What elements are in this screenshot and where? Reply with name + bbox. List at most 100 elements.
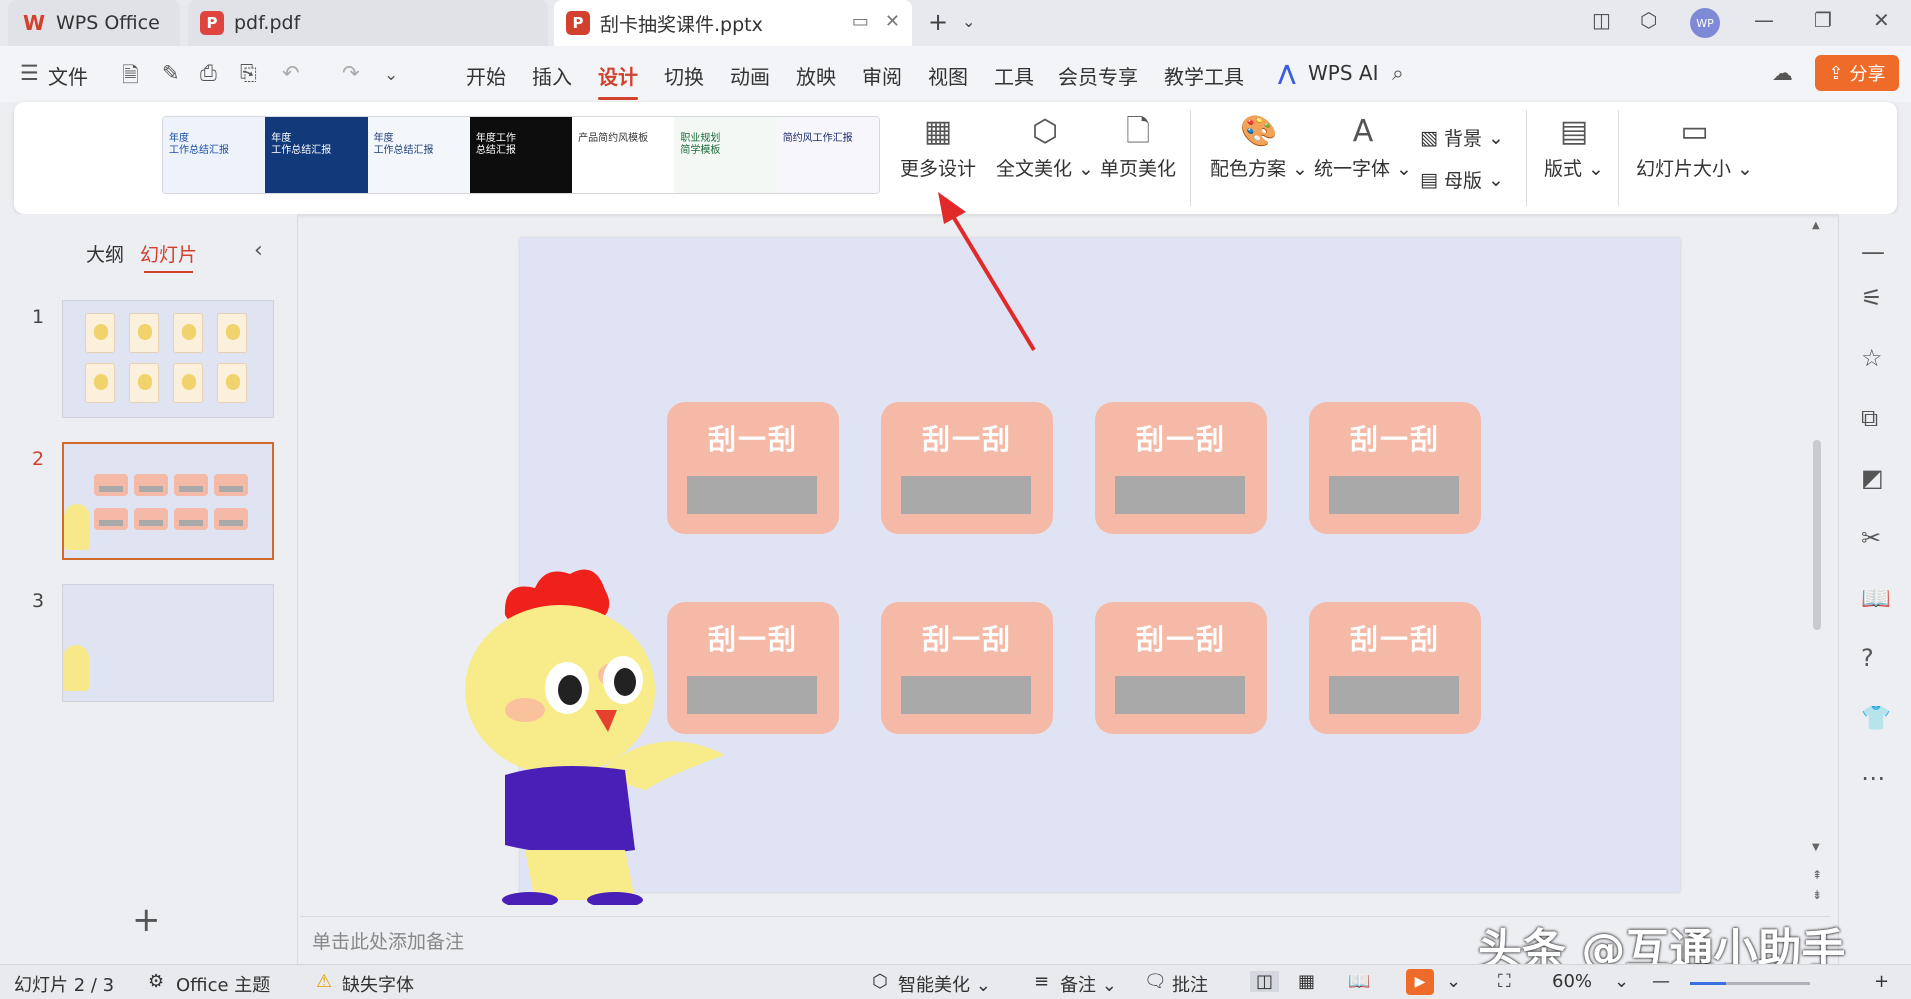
design-template-thumb[interactable]: 年度 工作总结汇报 xyxy=(163,117,266,193)
play-options-icon[interactable]: ⌄ xyxy=(1446,971,1461,992)
tools-icon[interactable]: ✂ xyxy=(1861,524,1881,552)
monitor-icon[interactable]: ▭ xyxy=(852,11,869,32)
design-template-thumb[interactable]: 职业规划 简学模板 xyxy=(674,117,777,193)
smart-beautify[interactable]: 智能美化 ⌄ xyxy=(898,971,991,997)
slide-thumbnail-1[interactable] xyxy=(62,300,274,418)
close-tab-icon[interactable]: ✕ xyxy=(885,11,900,32)
scratch-area[interactable] xyxy=(901,476,1031,514)
scroll-up-icon[interactable]: ▲ xyxy=(1812,220,1820,231)
normal-view-icon[interactable]: ◫ xyxy=(1250,971,1280,992)
fit-window-icon[interactable]: ⛶ xyxy=(1498,971,1511,992)
menu-transition[interactable]: 切换 xyxy=(664,61,704,90)
avatar[interactable]: WP xyxy=(1690,8,1720,38)
print-preview-icon[interactable]: ⎘ xyxy=(240,61,257,86)
scratch-area[interactable] xyxy=(1115,676,1245,714)
missing-font[interactable]: 缺失字体 xyxy=(342,971,414,997)
menu-member[interactable]: 会员专享 xyxy=(1058,61,1138,90)
slide-thumbnail-3[interactable] xyxy=(62,584,274,702)
help-icon[interactable]: ? xyxy=(1861,644,1874,672)
tab-pdf[interactable]: P pdf.pdf xyxy=(188,0,548,46)
scratch-area[interactable] xyxy=(1329,676,1459,714)
scratch-card[interactable]: 刮一刮 xyxy=(881,402,1053,534)
menu-animation[interactable]: 动画 xyxy=(730,61,770,90)
minimize-icon[interactable]: — xyxy=(1754,8,1774,32)
scratch-card[interactable]: 刮一刮 xyxy=(1309,602,1481,734)
unify-font-button[interactable]: A 统一字体 ⌄ xyxy=(1314,112,1412,181)
grid-view-icon[interactable]: ▦ xyxy=(1298,971,1315,992)
scratch-card[interactable]: 刮一刮 xyxy=(1309,402,1481,534)
theme-name[interactable]: Office 主题 xyxy=(176,971,270,997)
shirt-icon[interactable]: 👕 xyxy=(1861,704,1891,732)
scratch-card[interactable]: 刮一刮 xyxy=(1095,402,1267,534)
redo-icon[interactable]: ↷ xyxy=(342,61,360,85)
menu-tools[interactable]: 工具 xyxy=(994,61,1034,90)
cloud-icon[interactable]: ☁ xyxy=(1772,61,1793,85)
page-beautify-button[interactable]: 🗋 单页美化 xyxy=(1100,112,1176,181)
tab-outline[interactable]: 大纲 xyxy=(86,240,124,267)
new-tab-icon[interactable]: + xyxy=(928,8,948,36)
scroll-down-icon[interactable]: ▼ xyxy=(1812,842,1820,853)
menu-review[interactable]: 审阅 xyxy=(862,61,902,90)
scratch-card[interactable]: 刮一刮 xyxy=(881,602,1053,734)
design-template-thumb[interactable]: 年度 工作总结汇报 xyxy=(265,117,368,193)
copy-icon[interactable]: ⧉ xyxy=(1861,404,1878,432)
scratch-area[interactable] xyxy=(1329,476,1459,514)
scrollbar-thumb[interactable] xyxy=(1813,440,1821,630)
scratch-card[interactable]: 刮一刮 xyxy=(667,402,839,534)
close-window-icon[interactable]: ✕ xyxy=(1873,8,1890,32)
menu-start[interactable]: 开始 xyxy=(466,61,506,90)
format-painter-icon[interactable]: ✎ xyxy=(162,61,180,85)
design-template-thumb[interactable]: 年度 工作总结汇报 xyxy=(367,117,470,193)
zoom-in-icon[interactable]: + xyxy=(1874,971,1889,992)
more-design-button[interactable]: ▦ 更多设计 xyxy=(900,112,976,181)
scratch-area[interactable] xyxy=(901,676,1031,714)
full-beautify-button[interactable]: ⬡ 全文美化 ⌄ xyxy=(996,112,1094,181)
tab-wps-office[interactable]: W WPS Office xyxy=(8,0,180,46)
zoom-level[interactable]: 60% xyxy=(1552,971,1592,992)
file-menu[interactable]: 文件 xyxy=(48,61,88,90)
master-button[interactable]: ▤ 母版 ⌄ xyxy=(1420,166,1504,193)
menu-view[interactable]: 视图 xyxy=(928,61,968,90)
next-slide-icon[interactable]: ⇟ xyxy=(1812,888,1822,902)
notes-toggle[interactable]: 备注 ⌄ xyxy=(1060,971,1117,997)
design-template-thumb[interactable]: 简约风工作汇报 xyxy=(776,117,879,193)
image-icon[interactable]: ◩ xyxy=(1861,464,1884,492)
menu-wps-ai[interactable]: WPS AI xyxy=(1308,61,1378,85)
print-icon[interactable]: ⎙ xyxy=(200,61,217,86)
add-slide-icon[interactable]: + xyxy=(132,900,161,940)
book-icon[interactable]: 📖 xyxy=(1861,584,1891,612)
layout-button[interactable]: ▤ 版式 ⌄ xyxy=(1544,112,1604,181)
menu-slideshow[interactable]: 放映 xyxy=(796,61,836,90)
search-icon[interactable]: ⌕ xyxy=(1392,61,1404,86)
play-button[interactable]: ▶ xyxy=(1406,969,1434,995)
scratch-card[interactable]: 刮一刮 xyxy=(1095,602,1267,734)
vertical-scrollbar[interactable]: ▲ ▼ ⇞ ⇟ xyxy=(1810,220,1824,910)
slide-size-button[interactable]: ▭ 幻灯片大小 ⌄ xyxy=(1636,112,1753,181)
restore-icon[interactable]: ❐ xyxy=(1814,8,1832,32)
background-button[interactable]: ▧ 背景 ⌄ xyxy=(1420,124,1504,151)
more-chevron-icon[interactable]: ⌄ xyxy=(384,65,398,85)
star-icon[interactable]: ☆ xyxy=(1861,344,1883,372)
tab-pptx[interactable]: P 刮卡抽奖课件.pptx ▭ ✕ xyxy=(554,0,912,46)
undo-icon[interactable]: ↶ xyxy=(282,61,300,85)
more-icon[interactable]: ⋯ xyxy=(1861,764,1885,792)
zoom-out-icon[interactable]: — xyxy=(1652,971,1670,992)
menu-insert[interactable]: 插入 xyxy=(532,61,572,90)
comments-toggle[interactable]: 批注 xyxy=(1172,971,1208,997)
reading-mode-icon[interactable]: ◫ xyxy=(1592,8,1611,32)
prev-slide-icon[interactable]: ⇞ xyxy=(1812,868,1822,882)
tab-slides[interactable]: 幻灯片 xyxy=(140,240,197,273)
design-template-thumb[interactable]: 产品简约风模板 xyxy=(572,117,675,193)
zoom-slider[interactable] xyxy=(1690,982,1810,985)
slide-thumbnail-2[interactable] xyxy=(62,442,274,560)
scratch-area[interactable] xyxy=(687,476,817,514)
chevron-down-icon[interactable]: ⌄ xyxy=(962,12,975,31)
collapse-panel-icon[interactable]: ‹ xyxy=(254,238,263,263)
menu-teaching-tools[interactable]: 教学工具 xyxy=(1164,61,1244,90)
scratch-area[interactable] xyxy=(1115,476,1245,514)
menu-design[interactable]: 设计 xyxy=(598,61,638,100)
collapse-icon[interactable]: — xyxy=(1861,238,1885,266)
share-button[interactable]: ⇪ 分享 xyxy=(1815,55,1899,91)
reading-view-icon[interactable]: 📖 xyxy=(1348,971,1370,992)
design-template-thumb[interactable]: 年度工作 总结汇报 xyxy=(469,117,573,193)
